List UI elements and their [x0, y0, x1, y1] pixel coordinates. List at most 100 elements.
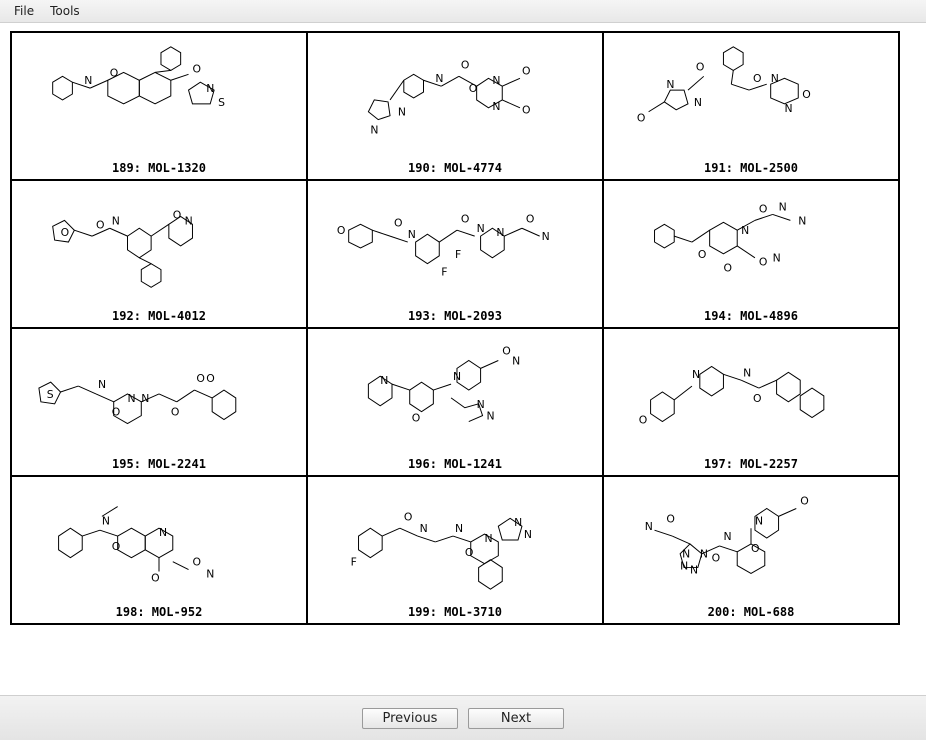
svg-text:N: N [723, 530, 731, 543]
molecule-structure-icon: O O N F O N N O N F [308, 181, 602, 307]
molecule-structure-icon: O N N O [604, 329, 898, 455]
molecule-cell[interactable]: N O N O ON 198: MOL-952 [11, 476, 307, 624]
molecule-structure-icon: N O N O ON [12, 477, 306, 603]
svg-text:O: O [698, 248, 707, 261]
svg-text:N: N [645, 520, 653, 533]
molecule-structure-icon: O O N O N [12, 181, 306, 307]
svg-text:N: N [680, 560, 688, 573]
svg-text:O: O [712, 552, 721, 565]
svg-text:O: O [637, 112, 646, 125]
svg-text:N: N [666, 78, 674, 91]
svg-text:S: S [47, 388, 54, 401]
svg-text:O: O [171, 406, 180, 419]
svg-text:O: O [800, 495, 809, 508]
svg-text:N: N [112, 214, 120, 227]
content-area: N O O NS 189: MOL-1320 NN [0, 23, 926, 625]
menu-file[interactable]: File [6, 2, 42, 20]
svg-text:O: O [404, 510, 413, 523]
svg-text:N: N [514, 516, 522, 529]
molecule-cell[interactable]: N O O NS 189: MOL-1320 [11, 32, 307, 180]
svg-text:N: N [128, 392, 136, 405]
svg-text:S: S [218, 96, 225, 109]
molecule-caption: 198: MOL-952 [12, 603, 306, 623]
svg-text:O: O [759, 203, 768, 216]
svg-text:O: O [461, 58, 470, 71]
svg-text:N: N [102, 514, 110, 527]
svg-text:N: N [206, 567, 214, 580]
svg-text:O: O [502, 345, 511, 358]
svg-text:O: O [802, 88, 811, 101]
svg-text:N: N [694, 96, 702, 109]
molecule-caption: 197: MOL-2257 [604, 455, 898, 475]
molecule-cell[interactable]: O O N O N 192: MOL-4012 [11, 180, 307, 328]
molecule-caption: 200: MOL-688 [604, 603, 898, 623]
molecule-cell[interactable]: N O N ON NN 196: MOL-1241 [307, 328, 603, 476]
svg-text:O: O [522, 64, 531, 77]
svg-text:O: O [461, 212, 470, 225]
footer-toolbar: Previous Next [0, 695, 926, 740]
molecule-structure-icon: S N O NN O O O [12, 329, 306, 455]
svg-text:O: O [96, 218, 105, 231]
molecule-cell[interactable]: F O N N O N NN 199: MOL-3710 [307, 476, 603, 624]
svg-text:N: N [542, 230, 550, 243]
svg-text:N: N [798, 214, 806, 227]
svg-text:O: O [206, 372, 215, 385]
svg-text:F: F [455, 248, 461, 261]
svg-text:N: N [690, 563, 698, 576]
svg-text:N: N [496, 226, 504, 239]
svg-text:N: N [487, 410, 495, 423]
svg-text:N: N [408, 228, 416, 241]
molecule-cell[interactable]: O ON O N N O N 194: MOL-4896 [603, 180, 899, 328]
molecule-cell[interactable]: N O NNNN ON O N O 200: MOL-688 [603, 476, 899, 624]
svg-text:O: O [192, 62, 201, 75]
svg-text:N: N [477, 398, 485, 411]
svg-text:O: O [522, 104, 531, 117]
svg-text:N: N [420, 522, 428, 535]
svg-text:N: N [159, 526, 167, 539]
molecule-grid: N O O NS 189: MOL-1320 NN [10, 31, 900, 625]
molecule-caption: 195: MOL-2241 [12, 455, 306, 475]
svg-text:O: O [469, 82, 478, 95]
svg-text:N: N [477, 222, 485, 235]
molecule-structure-icon: NN N O O NN O O [308, 33, 602, 159]
molecule-structure-icon: NN O O O N ON [604, 33, 898, 159]
molecule-caption: 192: MOL-4012 [12, 307, 306, 327]
svg-text:O: O [151, 571, 160, 584]
svg-text:N: N [779, 201, 787, 214]
molecule-cell[interactable]: O O N F O N N O N F 193: MOL-2093 [307, 180, 603, 328]
molecule-cell[interactable]: S N O NN O O O 195: MOL-2241 [11, 328, 307, 476]
molecule-caption: 199: MOL-3710 [308, 603, 602, 623]
next-button[interactable]: Next [468, 708, 564, 729]
svg-text:O: O [723, 262, 732, 275]
svg-text:N: N [370, 123, 378, 136]
svg-text:O: O [753, 392, 762, 405]
molecule-caption: 193: MOL-2093 [308, 307, 602, 327]
molecule-cell[interactable]: O N N O 197: MOL-2257 [603, 328, 899, 476]
svg-text:N: N [524, 528, 532, 541]
svg-text:N: N [784, 102, 792, 115]
svg-text:N: N [98, 378, 106, 391]
menubar: File Tools [0, 0, 926, 23]
svg-text:N: N [492, 100, 500, 113]
svg-text:O: O [61, 226, 70, 239]
svg-text:F: F [351, 556, 357, 569]
molecule-caption: 189: MOL-1320 [12, 159, 306, 179]
svg-text:N: N [435, 72, 443, 85]
molecule-cell[interactable]: NN O O O N ON 191: MOL-2500 [603, 32, 899, 180]
molecule-caption: 194: MOL-4896 [604, 307, 898, 327]
svg-text:O: O [394, 216, 403, 229]
svg-text:N: N [485, 532, 493, 545]
molecule-cell[interactable]: NN N O O NN O O 190: MOL-4774 [307, 32, 603, 180]
svg-text:O: O [192, 556, 201, 569]
svg-text:N: N [398, 106, 406, 119]
previous-button[interactable]: Previous [362, 708, 458, 729]
svg-text:O: O [173, 208, 182, 221]
svg-text:O: O [337, 224, 346, 237]
svg-text:N: N [492, 74, 500, 87]
svg-text:O: O [412, 412, 421, 425]
svg-text:O: O [753, 72, 762, 85]
svg-text:N: N [512, 354, 520, 367]
svg-text:N: N [743, 366, 751, 379]
menu-tools[interactable]: Tools [42, 2, 88, 20]
molecule-structure-icon: N O N ON NN [308, 329, 602, 455]
